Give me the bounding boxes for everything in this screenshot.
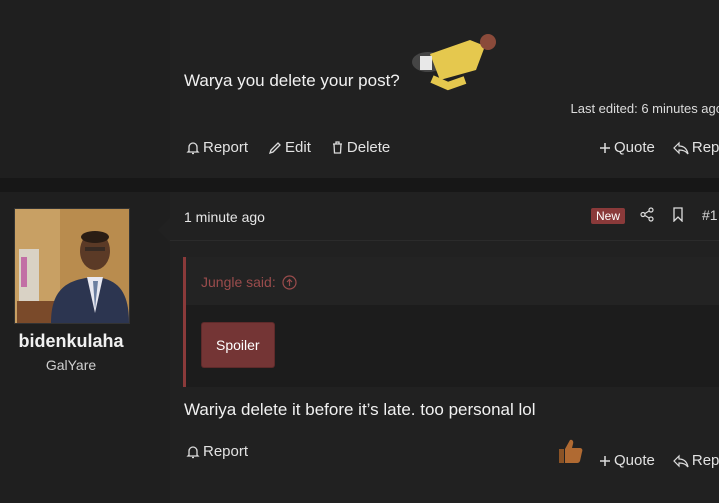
post-2-actions-left: Report: [186, 443, 248, 460]
post-1-actions-left: Report Edit Delete: [186, 139, 390, 156]
edit-button[interactable]: Edit: [268, 139, 311, 156]
plus-icon: [599, 142, 611, 154]
post-header-icons: #1: [640, 207, 718, 223]
plus-icon: [599, 455, 611, 467]
post-1-message: Warya you delete your post?: [184, 71, 400, 90]
share-icon[interactable]: [640, 207, 654, 223]
post-2-body: 1 minute ago New #1 Jungle said: Spoiler…: [170, 192, 719, 503]
new-badge: New: [591, 208, 626, 224]
delete-label: Delete: [346, 139, 391, 156]
spoiler-button[interactable]: Spoiler: [202, 323, 274, 367]
bookmark-icon[interactable]: [672, 207, 684, 223]
report-button[interactable]: Report: [186, 443, 248, 460]
post-time[interactable]: 1 minute ago: [184, 209, 265, 225]
reply-button[interactable]: Reply: [673, 452, 719, 469]
avatar[interactable]: [14, 208, 130, 324]
post-1: Warya you delete your post? Last edited:…: [0, 0, 719, 178]
delete-button[interactable]: Delete: [331, 139, 390, 156]
pencil-icon: [268, 141, 282, 155]
last-edited-label: Last edited: 6 minutes ago: [570, 101, 719, 116]
report-button[interactable]: Report: [186, 139, 248, 156]
post-2-user-column: bidenkulaha GalYare: [0, 192, 170, 503]
reply-button[interactable]: Reply: [673, 139, 719, 156]
user-title: GalYare: [45, 357, 97, 373]
post-2: bidenkulaha GalYare 1 minute ago New #1 …: [0, 192, 719, 503]
post-number[interactable]: #1: [702, 207, 718, 223]
quote-button[interactable]: Quote: [599, 452, 655, 469]
flying-man-sticker: [410, 24, 500, 94]
quote-label: Quote: [614, 452, 655, 469]
reply-icon: [673, 141, 689, 155]
post-2-header: 1 minute ago New #1: [170, 192, 719, 241]
quote-attribution-link[interactable]: Jungle said:: [201, 274, 297, 290]
reply-icon: [673, 454, 689, 468]
edit-label: Edit: [285, 139, 311, 156]
quote-button[interactable]: Quote: [599, 139, 655, 156]
bell-icon: [186, 444, 200, 459]
post-2-actions-right: Quote Reply: [599, 452, 719, 469]
reply-label: Reply: [691, 139, 719, 156]
reply-label: Reply: [691, 452, 719, 469]
post-1-user-column: [0, 0, 170, 178]
report-label: Report: [203, 139, 249, 156]
username[interactable]: bidenkulaha: [0, 331, 142, 352]
circle-arrow-up-icon: [282, 274, 297, 290]
report-label: Report: [203, 443, 249, 460]
bell-icon: [186, 140, 200, 155]
quote-block: Jungle said: Spoiler: [183, 257, 719, 387]
post-1-actions-right: Quote Reply: [599, 139, 719, 156]
post-pointer-arrow: [158, 218, 170, 242]
quote-header: Jungle said:: [186, 257, 719, 305]
quote-label: Quote: [614, 139, 655, 156]
post-divider: [0, 178, 719, 192]
trash-icon: [331, 140, 344, 155]
thumbs-up-emoji[interactable]: [555, 436, 585, 466]
post-1-body: Warya you delete your post? Last edited:…: [170, 0, 719, 178]
post-2-message: Wariya delete it before it’s late. too p…: [184, 400, 536, 419]
quote-attribution: Jungle said:: [201, 274, 276, 290]
